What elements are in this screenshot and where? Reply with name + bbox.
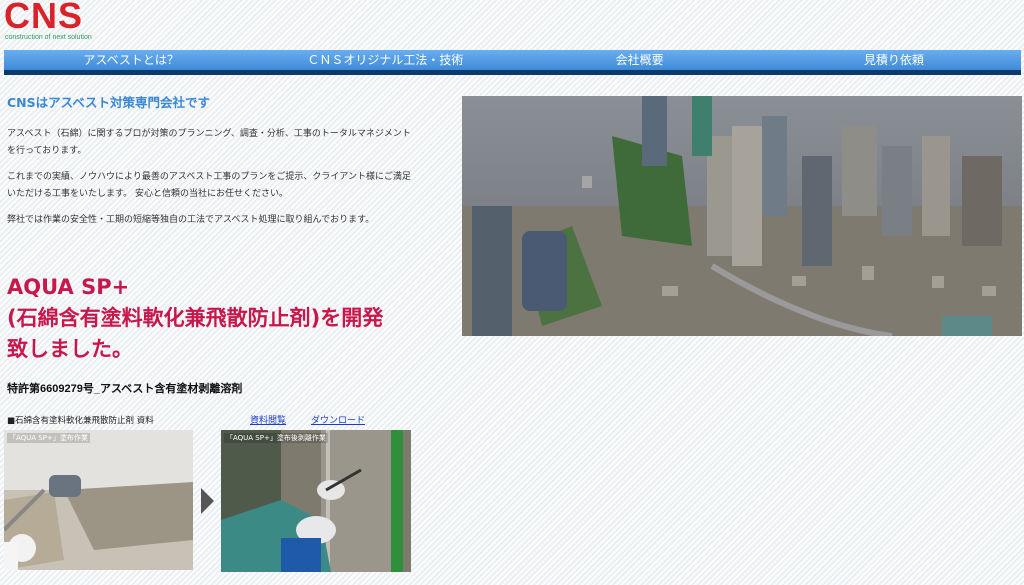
coating-photo-image (4, 430, 193, 570)
download-link[interactable]: ダウンロード (311, 413, 365, 426)
city-aerial-photo (462, 96, 1022, 336)
view-materials-link[interactable]: 資料閲覧 (250, 413, 286, 426)
nav-item-about-asbestos[interactable]: アスベストとは？ (4, 50, 258, 70)
coating-photo: 「AQUA SP+」塗布作業 (4, 430, 193, 570)
logo-tagline: construction of next solution (5, 34, 92, 41)
product-description: (石綿含有塗料軟化兼飛散防止剤)を開発 (7, 306, 384, 330)
peeling-photo: 「AQUA SP+」塗布後剥離作業 (221, 430, 411, 572)
nav-item-company[interactable]: 会社概要 (513, 50, 767, 70)
peeling-photo-image (221, 430, 411, 572)
patent-number: 特許第6609279号_アスベスト含有塗材剥離溶剤 (7, 383, 243, 395)
coating-photo-caption: 「AQUA SP+」塗布作業 (7, 433, 90, 443)
intro-paragraph: これまでの実績、ノウハウにより最善のアスベスト工事のプランをご提示、クライアント… (7, 172, 411, 199)
peeling-photo-caption: 「AQUA SP+」塗布後剥離作業 (224, 433, 328, 443)
product-announcement: 致しました。 (7, 337, 133, 361)
nav-item-original-methods[interactable]: ＣＮＳオリジナル工法・技術 (258, 50, 512, 70)
intro-paragraph: アスベスト（石綿）に関するプロが対策のプランニング、調査・分析、工事のトータルマ… (7, 129, 411, 156)
header: CNS construction of next solution (0, 0, 1024, 48)
intro-paragraph: 弊社では作業の安全性・工期の短縮等独自の工法でアスベスト処理に取り組んでおります… (7, 215, 375, 225)
nav-item-quote-request[interactable]: 見積り依頼 (767, 50, 1021, 70)
product-name: AQUA SP+ (7, 275, 130, 299)
product-headline: AQUA SP+ (石綿含有塗料軟化兼飛散防止剤)を開発 致しました。 (7, 272, 427, 365)
arrow-right-icon (201, 488, 214, 514)
main-nav: アスベストとは？ ＣＮＳオリジナル工法・技術 会社概要 見積り依頼 (4, 50, 1021, 75)
intro-title: CNSはアスベスト対策専門会社です (7, 95, 211, 110)
materials-label: ■石綿含有塗料軟化兼飛散防止剤 資料 (7, 416, 154, 426)
logo[interactable]: CNS (4, 0, 83, 36)
intro-section: CNSはアスベスト対策専門会社です アスベスト（石綿）に関するプロが対策のプラン… (7, 96, 412, 238)
city-aerial-image (462, 96, 1022, 336)
